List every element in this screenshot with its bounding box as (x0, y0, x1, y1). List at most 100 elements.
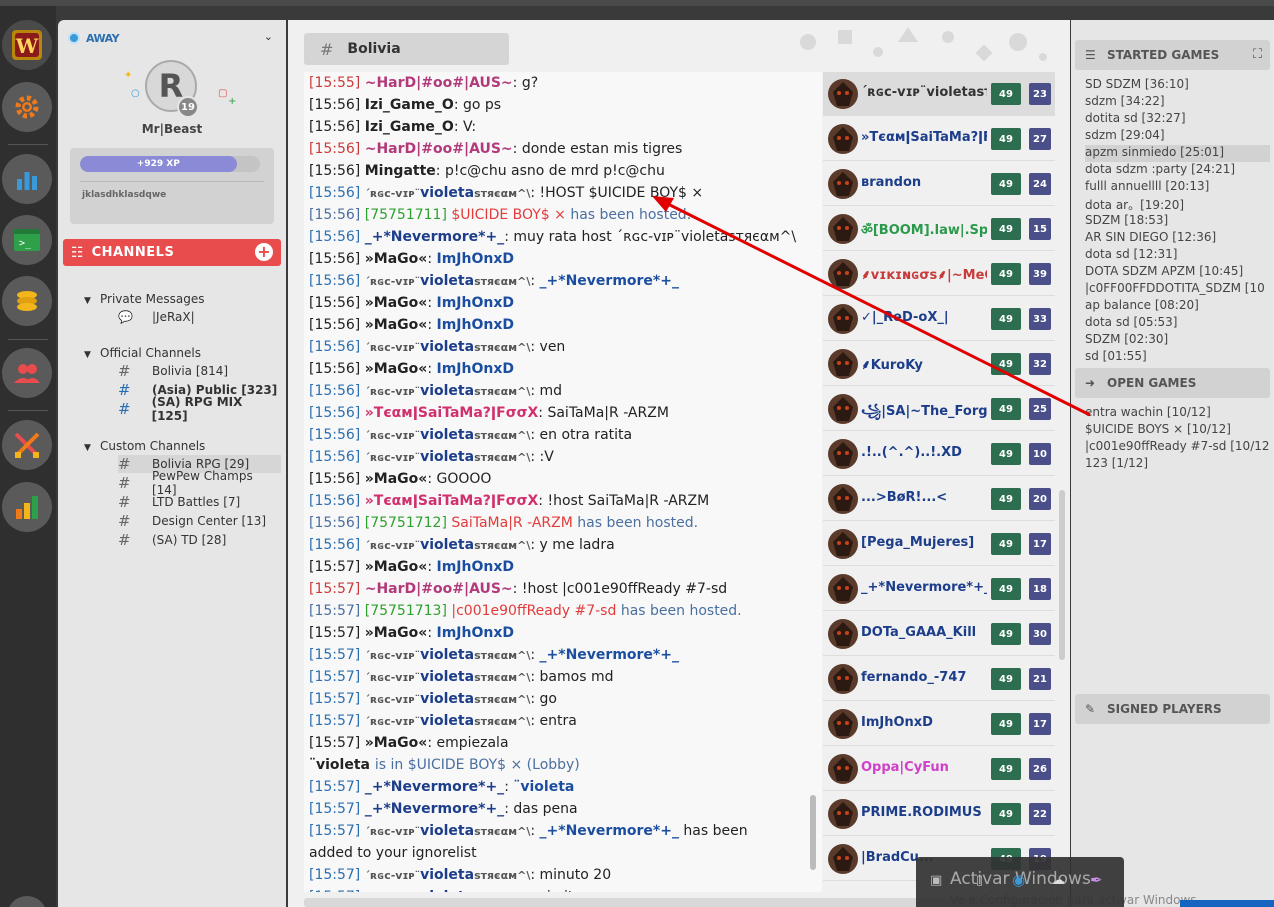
user-row[interactable]: ꧁|SA|~The_Forgo 49 25 (823, 387, 1055, 431)
message-author[interactable]: ´ʀɢᴄ-ᴠɪᴘ¨violetaѕтяєαм^\ (365, 185, 531, 201)
message-author[interactable]: ¨violeta (309, 757, 375, 773)
chevron-down-icon[interactable]: ⌄ (264, 30, 273, 43)
started-game-item[interactable]: SDZM [02:30] (1085, 332, 1270, 349)
message-author[interactable]: »TєαмǀSaiTaMa?ǀFσσX (365, 405, 539, 421)
message-author[interactable]: »MaGo« (365, 317, 428, 333)
pm-item[interactable]: 💬 |JeRaX| (118, 308, 281, 326)
message-author[interactable]: ~HarD|#oo#|AUS~ (365, 581, 513, 597)
started-game-item[interactable]: DOTA SDZM APZM [10:45] (1085, 264, 1270, 281)
settings-gear-icon[interactable] (2, 82, 52, 132)
started-game-item[interactable]: SD SDZM [36:10] (1085, 77, 1270, 94)
user-row[interactable]: ...>BøR!...< 49 20 (823, 477, 1055, 521)
started-game-item[interactable]: dota sd [12:31] (1085, 247, 1270, 264)
user-name[interactable]: ⸙KuroKy (861, 355, 987, 373)
message-author[interactable]: ~HarD|#oo#|AUS~ (365, 141, 513, 157)
ladder-chart-icon[interactable] (2, 482, 52, 532)
clipboard-icon[interactable]: ▯ (976, 873, 983, 888)
group-private-messages[interactable]: ▼ Private Messages (84, 292, 205, 306)
user-row[interactable]: DOTa_GAAA_Kill 49 30 (823, 612, 1055, 656)
group-custom-channels[interactable]: ▼ Custom Channels (84, 439, 205, 453)
user-row[interactable]: .!..(^.^)..!.XD 49 10 (823, 432, 1055, 476)
profile-motto[interactable]: jklasdhklasdqwe (82, 190, 166, 200)
started-game-item[interactable]: sd [01:55] (1085, 349, 1270, 366)
friends-icon[interactable] (2, 348, 52, 398)
user-row[interactable]: ´ʀɢᴄ-ᴠɪᴘ¨violetaѕтяєα 49 23 (823, 72, 1055, 116)
message-author[interactable]: Izi_Game_O (365, 119, 454, 135)
user-name[interactable]: ꧁|SA|~The_Forgo (861, 400, 987, 427)
user-name[interactable]: fernando_-747 (861, 670, 987, 685)
channel-item[interactable]: # PewPew Champs [14] (118, 469, 281, 497)
started-game-item[interactable]: apzm sinmiedo [25:01] (1085, 145, 1270, 162)
user-name[interactable]: ✓|_ReD-oX_| (861, 310, 987, 325)
message-author[interactable]: »MaGo« (365, 625, 428, 641)
user-list[interactable]: ´ʀɢᴄ-ᴠɪᴘ¨violetaѕтяєα 49 23 »TєαмǀSaiTaMa?ǀ… (823, 72, 1055, 892)
started-game-item[interactable]: dota ar。[19:20] (1085, 196, 1270, 213)
message-author[interactable]: ´ʀɢᴄ-ᴠɪᴘ¨violetaѕтяєαм^\ (365, 427, 531, 443)
message-author[interactable]: »MaGo« (365, 735, 428, 751)
game-name[interactable]: |c001e90ffReady #7-sd (451, 603, 620, 619)
message-author[interactable]: »MaGo« (365, 251, 428, 267)
game-name[interactable]: SaiTaMa|R -ARZM (451, 515, 577, 531)
message-author[interactable]: ´ʀɢᴄ-ᴠɪᴘ¨violetaѕтяєαм^\ (365, 713, 531, 729)
message-author[interactable]: ´ʀɢᴄ-ᴠɪᴘ¨violetaѕтяєαм^\ (365, 647, 531, 663)
message-author[interactable]: _+*Nevermore*+_ (365, 779, 504, 795)
user-name[interactable]: ImJhOnxD (861, 715, 987, 730)
message-author[interactable]: _+*Nevermore*+_ (365, 229, 504, 245)
feather-icon[interactable]: ✒ (1090, 871, 1103, 889)
chat-scrollbar[interactable] (810, 795, 816, 870)
user-name[interactable]: ⸙ᴠɪᴋɪɴɢσѕ⸙|~MeG@ (861, 265, 987, 283)
user-row[interactable]: ImJhOnxD 49 17 (823, 702, 1055, 746)
user-row[interactable]: [Pega_Mujeres] 49 17 (823, 522, 1055, 566)
warcraft-logo-icon[interactable]: W (2, 20, 52, 70)
user-avatar-bottom-icon[interactable] (7, 896, 47, 907)
chat-log[interactable]: [15:55] ~HarD|#oo#|AUS~: g? [15:56] Izi_G… (304, 72, 822, 892)
user-row[interactable]: PRIME.RODIMUS 49 22 (823, 792, 1055, 836)
user-row[interactable]: »TєαмǀSaiTaMa?ǀFσ 49 27 (823, 117, 1055, 161)
user-row[interactable]: ॐ[BOOM].law|.Sport49 15 (823, 207, 1055, 251)
message-author[interactable]: ´ʀɢᴄ-ᴠɪᴘ¨violetaѕтяєαм^\ (365, 339, 531, 355)
cloud-icon[interactable]: ☁ (1052, 873, 1065, 888)
started-game-item[interactable]: sdzm [34:22] (1085, 94, 1270, 111)
started-game-item[interactable]: dota sd [05:53] (1085, 315, 1270, 332)
started-game-item[interactable]: |c0FF00FFDDOTITA_SDZM [10 (1085, 281, 1270, 298)
open-game-item[interactable]: |c001e90ffReady #7-sd [10/12 (1085, 439, 1270, 456)
user-name[interactable]: »TєαмǀSaiTaMa?ǀFσ (861, 130, 987, 145)
message-author[interactable]: ´ʀɢᴄ-ᴠɪᴘ¨violetaѕтяєαм^\ (365, 889, 531, 892)
open-game-item[interactable]: entra wachin [10/12] (1085, 405, 1270, 422)
open-game-item[interactable]: $UICIDE BOYS × [10/12] (1085, 422, 1270, 439)
message-author[interactable]: ´ʀɢᴄ-ᴠɪᴘ¨violetaѕтяєαм^\ (365, 691, 531, 707)
user-name[interactable]: PRIME.RODIMUS (861, 805, 987, 820)
channel-item[interactable]: # LTD Battles [7] (118, 493, 281, 511)
started-game-item[interactable]: dotita sd [32:27] (1085, 111, 1270, 128)
message-author[interactable]: ´ʀɢᴄ-ᴠɪᴘ¨violetaѕтяєαм^\ (365, 537, 531, 553)
message-author[interactable]: Izi_Game_O (365, 97, 454, 113)
coins-icon[interactable] (2, 276, 52, 326)
user-name[interactable]: [Pega_Mujeres] (861, 535, 987, 550)
user-row[interactable]: Oppa|CyFun 49 26 (823, 747, 1055, 791)
message-author[interactable]: ´ʀɢᴄ-ᴠɪᴘ¨violetaѕтяєαм^\ (365, 449, 531, 465)
user-name[interactable]: Oppa|CyFun (861, 760, 987, 775)
user-name[interactable]: ´ʀɢᴄ-ᴠɪᴘ¨violetaѕтяєα (861, 85, 987, 100)
user-row[interactable]: _+*Nevermore*+_ 49 18 (823, 567, 1055, 611)
message-author[interactable]: _+*Nevermore*+_ (365, 801, 504, 817)
message-author[interactable]: »MaGo« (365, 361, 428, 377)
message-author[interactable]: ´ʀɢᴄ-ᴠɪᴘ¨violetaѕтяєαм^\ (365, 383, 531, 399)
channel-item[interactable]: # Bolivia [814] (118, 362, 281, 380)
group-official-channels[interactable]: ▼ Official Channels (84, 346, 201, 360)
started-games-header[interactable]: ☰ STARTED GAMES ⛶ (1075, 40, 1270, 70)
add-channel-button[interactable]: + (255, 243, 273, 261)
message-author[interactable]: »MaGo« (365, 471, 428, 487)
game-name[interactable]: $UICIDE BOY$ × (451, 207, 570, 223)
message-author[interactable]: ´ʀɢᴄ-ᴠɪᴘ¨violetaѕтяєαм^\ (365, 823, 531, 839)
started-game-item[interactable]: sdzm [29:04] (1085, 128, 1270, 145)
stats-bar-chart-icon[interactable] (2, 154, 52, 204)
message-author[interactable]: »MaGo« (365, 295, 428, 311)
user-row[interactable]: fernando_-747 49 21 (823, 657, 1055, 701)
user-name[interactable]: ॐ[BOOM].law|.Sport (861, 220, 987, 238)
expand-icon[interactable]: ⛶ (1253, 47, 1262, 62)
user-list-scrollbar[interactable] (1059, 490, 1065, 660)
channel-item[interactable]: # (SA) TD [28] (118, 531, 281, 549)
user-row[interactable]: ✓|_ReD-oX_| 49 33 (823, 297, 1055, 341)
open-game-item[interactable]: 123 [1/12] (1085, 456, 1270, 473)
user-row[interactable]: ⸙KuroKy 49 32 (823, 342, 1055, 386)
